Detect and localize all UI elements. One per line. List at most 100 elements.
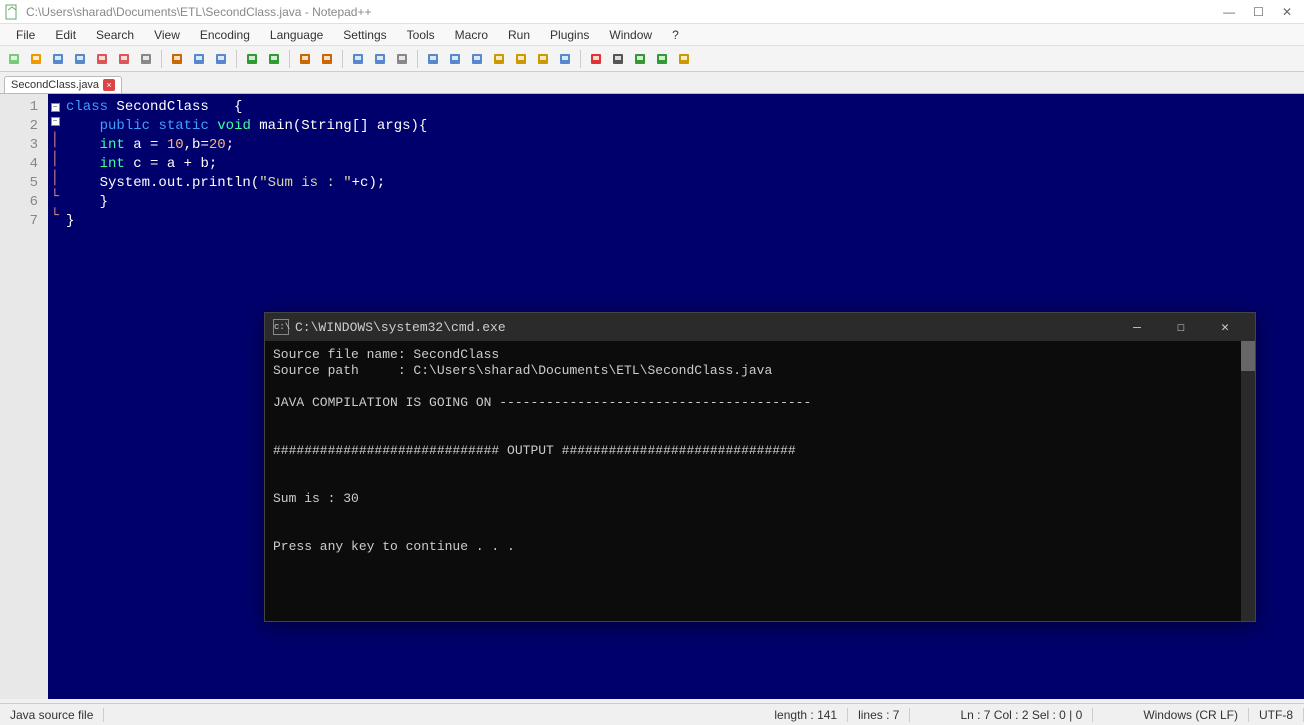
window-controls: — ☐ ✕: [1223, 5, 1300, 19]
func-list-icon[interactable]: [533, 49, 553, 69]
status-filetype: Java source file: [0, 708, 104, 722]
line-number: 5: [0, 174, 38, 193]
menu-settings[interactable]: Settings: [333, 26, 396, 44]
indent-guide-icon[interactable]: [467, 49, 487, 69]
code-line[interactable]: int a = 10,b=20;: [66, 136, 427, 155]
line-number: 1: [0, 98, 38, 117]
save-macro-icon[interactable]: [674, 49, 694, 69]
minimize-button[interactable]: —: [1223, 5, 1235, 19]
fold-toggle-icon[interactable]: −: [51, 103, 60, 112]
close-icon[interactable]: [92, 49, 112, 69]
play-macro-icon[interactable]: [630, 49, 650, 69]
cmd-maximize-button[interactable]: ☐: [1159, 313, 1203, 341]
code-line[interactable]: System.out.println("Sum is : "+c);: [66, 174, 427, 193]
stop-macro-icon[interactable]: [608, 49, 628, 69]
save-all-icon[interactable]: [70, 49, 90, 69]
tab-close-icon[interactable]: ×: [103, 79, 115, 91]
toolbar-separator: [161, 50, 162, 68]
code-line[interactable]: int c = a + b;: [66, 155, 427, 174]
menu-edit[interactable]: Edit: [45, 26, 86, 44]
menu-view[interactable]: View: [144, 26, 190, 44]
status-position: Ln : 7 Col : 2 Sel : 0 | 0: [950, 708, 1093, 722]
menu-encoding[interactable]: Encoding: [190, 26, 260, 44]
find-icon[interactable]: [295, 49, 315, 69]
undo-icon[interactable]: [242, 49, 262, 69]
menu-language[interactable]: Language: [260, 26, 333, 44]
toolbar-separator: [289, 50, 290, 68]
cmd-close-button[interactable]: ✕: [1203, 313, 1247, 341]
cmd-window-controls: — ☐ ✕: [1115, 313, 1247, 341]
toolbar-separator: [236, 50, 237, 68]
doc-map-icon[interactable]: [511, 49, 531, 69]
close-button[interactable]: ✕: [1282, 5, 1292, 19]
line-number-gutter: 1234567: [0, 94, 48, 699]
fold-guide: │: [48, 150, 62, 169]
menu-macro[interactable]: Macro: [445, 26, 498, 44]
window-title: C:\Users\sharad\Documents\ETL\SecondClas…: [26, 5, 1223, 19]
toolbar-separator: [580, 50, 581, 68]
paste-icon[interactable]: [211, 49, 231, 69]
line-number: 4: [0, 155, 38, 174]
fold-guide: └: [48, 188, 62, 207]
menu-window[interactable]: Window: [599, 26, 662, 44]
cmd-output[interactable]: Source file name: SecondClass Source pat…: [265, 341, 1255, 621]
redo-icon[interactable]: [264, 49, 284, 69]
code-line[interactable]: class SecondClass {: [66, 98, 427, 117]
fold-guide: │: [48, 131, 62, 150]
cmd-scrollbar[interactable]: [1241, 341, 1255, 621]
record-macro-icon[interactable]: [586, 49, 606, 69]
cmd-minimize-button[interactable]: —: [1115, 313, 1159, 341]
close-all-icon[interactable]: [114, 49, 134, 69]
toolbar-separator: [342, 50, 343, 68]
fold-column[interactable]: − − │ │ │ └ └: [48, 94, 62, 699]
tabbar: SecondClass.java ×: [0, 72, 1304, 94]
print-icon[interactable]: [136, 49, 156, 69]
fold-guide: │: [48, 169, 62, 188]
cmd-icon: c:\: [273, 319, 289, 335]
replace-icon[interactable]: [317, 49, 337, 69]
status-encoding: UTF-8: [1249, 708, 1304, 722]
code-line[interactable]: }: [66, 212, 427, 231]
status-eol: Windows (CR LF): [1133, 708, 1249, 722]
cmd-scroll-thumb[interactable]: [1241, 341, 1255, 371]
status-length: length : 141: [764, 708, 848, 722]
open-file-icon[interactable]: [26, 49, 46, 69]
toolbar-separator: [417, 50, 418, 68]
menu-[interactable]: ?: [662, 26, 689, 44]
new-file-icon[interactable]: [4, 49, 24, 69]
show-all-chars-icon[interactable]: [445, 49, 465, 69]
maximize-button[interactable]: ☐: [1253, 5, 1264, 19]
menu-file[interactable]: File: [6, 26, 45, 44]
status-lines: lines : 7: [848, 708, 910, 722]
folder-icon[interactable]: [489, 49, 509, 69]
monitor-icon[interactable]: [555, 49, 575, 69]
cut-icon[interactable]: [167, 49, 187, 69]
line-number: 2: [0, 117, 38, 136]
zoom-in-icon[interactable]: [348, 49, 368, 69]
code-line[interactable]: }: [66, 193, 427, 212]
play-multi-icon[interactable]: [652, 49, 672, 69]
line-number: 3: [0, 136, 38, 155]
menubar: FileEditSearchViewEncodingLanguageSettin…: [0, 24, 1304, 46]
copy-icon[interactable]: [189, 49, 209, 69]
file-tab[interactable]: SecondClass.java ×: [4, 76, 122, 93]
toolbar: [0, 46, 1304, 72]
wordwrap-icon[interactable]: [423, 49, 443, 69]
menu-plugins[interactable]: Plugins: [540, 26, 599, 44]
titlebar: C:\Users\sharad\Documents\ETL\SecondClas…: [0, 0, 1304, 24]
menu-tools[interactable]: Tools: [397, 26, 445, 44]
line-number: 6: [0, 193, 38, 212]
cmd-titlebar[interactable]: c:\ C:\WINDOWS\system32\cmd.exe — ☐ ✕: [265, 313, 1255, 341]
menu-run[interactable]: Run: [498, 26, 540, 44]
statusbar: Java source file length : 141 lines : 7 …: [0, 703, 1304, 725]
sync-icon[interactable]: [392, 49, 412, 69]
cmd-title-text: C:\WINDOWS\system32\cmd.exe: [295, 320, 506, 335]
code-line[interactable]: public static void main(String[] args){: [66, 117, 427, 136]
fold-toggle-icon[interactable]: −: [51, 117, 60, 126]
save-icon[interactable]: [48, 49, 68, 69]
line-number: 7: [0, 212, 38, 231]
fold-guide: └: [48, 207, 62, 226]
cmd-window[interactable]: c:\ C:\WINDOWS\system32\cmd.exe — ☐ ✕ So…: [264, 312, 1256, 622]
zoom-out-icon[interactable]: [370, 49, 390, 69]
menu-search[interactable]: Search: [86, 26, 144, 44]
